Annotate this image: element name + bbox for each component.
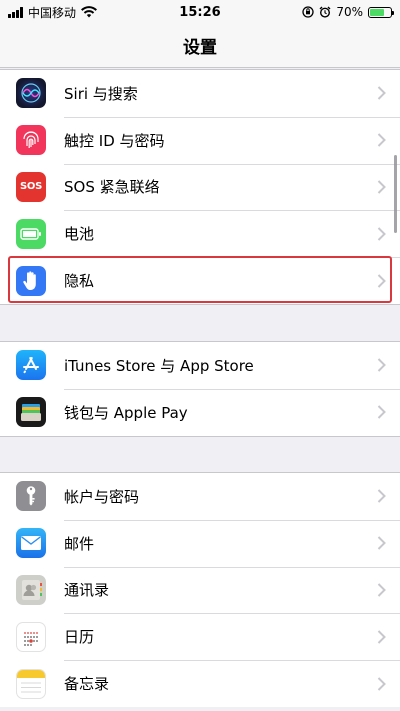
chevron-right-icon: [377, 676, 386, 691]
settings-group-1: Siri 与搜索 触控 ID 与密码 SOS SOS 紧急联络 电池 隐私: [0, 69, 400, 305]
settings-row-app-store[interactable]: iTunes Store 与 App Store: [0, 342, 400, 389]
row-label: SOS 紧急联络: [64, 178, 160, 197]
carrier-name: 中国移动: [28, 5, 77, 20]
battery-settings-icon: [16, 218, 46, 249]
settings-row-mail[interactable]: 邮件: [0, 519, 400, 567]
status-bar: 中国移动 15:26 70%: [0, 0, 400, 24]
calendar-icon: [16, 621, 46, 652]
key-icon: [16, 481, 46, 512]
chevron-right-icon: [377, 536, 386, 550]
settings-row-calendar[interactable]: 日历: [0, 613, 400, 660]
row-label: 邮件: [64, 534, 95, 553]
row-label: 钱包与 Apple Pay: [64, 403, 188, 422]
chevron-right-icon: [377, 227, 386, 241]
fingerprint-icon: [16, 125, 46, 156]
orientation-lock-icon: [302, 6, 314, 18]
row-label: iTunes Store 与 App Store: [64, 356, 254, 375]
settings-row-siri[interactable]: Siri 与搜索: [0, 70, 400, 117]
chevron-right-icon: [377, 358, 386, 373]
battery-percent: 70%: [336, 5, 363, 19]
alarm-clock-icon: [319, 6, 331, 18]
settings-row-accounts[interactable]: 帐户与密码: [0, 473, 400, 520]
row-label: 帐户与密码: [64, 487, 140, 506]
wallet-icon: [16, 397, 46, 428]
notes-icon: [16, 668, 46, 699]
settings-row-contacts[interactable]: 通讯录: [0, 566, 400, 614]
settings-row-touch-id[interactable]: 触控 ID 与密码: [0, 116, 400, 164]
settings-row-sos[interactable]: SOS SOS 紧急联络: [0, 163, 400, 211]
row-label: 触控 ID 与密码: [64, 131, 165, 150]
row-label: 电池: [64, 225, 95, 244]
siri-icon: [16, 78, 46, 109]
sos-icon: SOS: [16, 171, 46, 202]
row-label: 隐私: [64, 272, 95, 291]
contacts-icon: [16, 574, 46, 605]
chevron-right-icon: [377, 405, 386, 419]
scrollbar[interactable]: [394, 155, 397, 233]
settings-row-wallet[interactable]: 钱包与 Apple Pay: [0, 388, 400, 436]
mail-icon: [16, 528, 46, 559]
sos-icon-text: SOS: [19, 181, 42, 193]
chevron-right-icon: [377, 133, 386, 147]
chevron-right-icon: [377, 583, 386, 597]
app-store-icon: [16, 350, 46, 381]
row-label: Siri 与搜索: [64, 84, 138, 103]
chevron-right-icon: [377, 180, 386, 194]
chevron-right-icon: [377, 273, 386, 288]
settings-group-3: 帐户与密码 邮件 通讯录 日历 备忘录: [0, 472, 400, 707]
settings-row-battery[interactable]: 电池: [0, 210, 400, 257]
row-label: 日历: [64, 628, 95, 647]
settings-group-2: iTunes Store 与 App Store 钱包与 Apple Pay: [0, 341, 400, 437]
settings-row-privacy[interactable]: 隐私: [0, 257, 400, 304]
chevron-right-icon: [377, 489, 386, 504]
page-title: 设置: [183, 38, 217, 58]
signal-bars-icon: [8, 6, 23, 18]
row-label: 备忘录: [64, 675, 110, 694]
battery-icon: [368, 6, 394, 18]
chevron-right-icon: [377, 86, 386, 101]
hand-icon: [16, 265, 46, 296]
navigation-bar: 设置: [0, 24, 400, 68]
wifi-icon: [81, 6, 98, 18]
chevron-right-icon: [377, 630, 386, 644]
settings-row-notes[interactable]: 备忘录: [0, 660, 400, 707]
row-label: 通讯录: [64, 581, 110, 600]
